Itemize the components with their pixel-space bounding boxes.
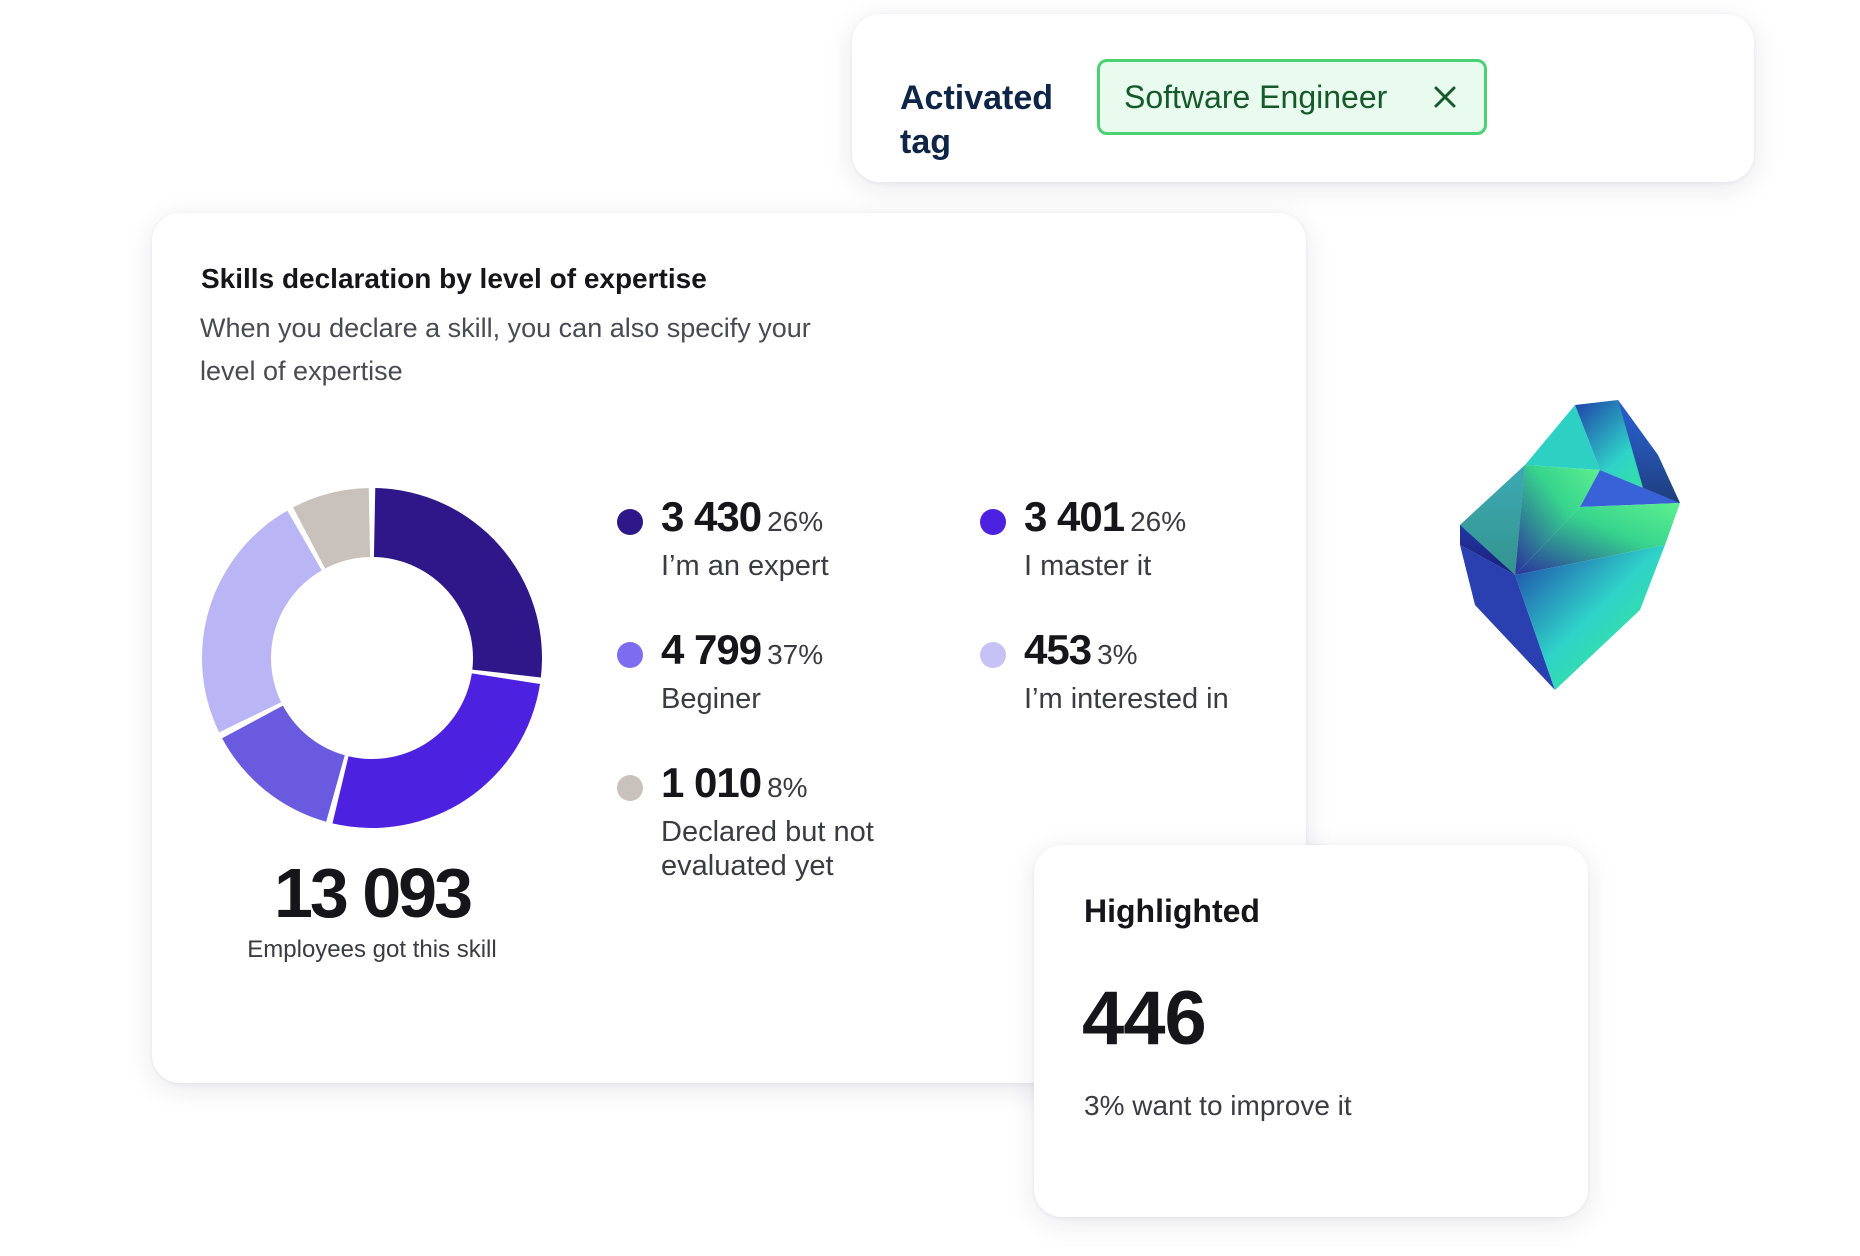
legend-value: 3 401 26% [1024, 493, 1187, 540]
tag-chip-label: Software Engineer [1124, 78, 1388, 115]
legend-value: 453 3% [1024, 626, 1138, 673]
legend-label: Beginer [661, 683, 761, 715]
legend-value: 4 799 37% [661, 626, 824, 673]
total-employees-value: 13 093 [273, 854, 473, 932]
highlighted-value: 446 [1082, 976, 1207, 1061]
highlighted-title: Highlighted [1084, 893, 1260, 929]
highlighted-card: Highlighted 446 3% want to improve it [1034, 845, 1588, 1217]
legend-dot [980, 509, 1006, 535]
highlighted-subtitle: 3% want to improve it [1084, 1090, 1352, 1121]
legend-dot [980, 642, 1006, 668]
legend-value: 3 430 26% [661, 493, 824, 540]
gem-icon [1460, 400, 1680, 690]
legend-dot [617, 775, 643, 801]
activated-tag-label: Activated tag [900, 79, 1054, 161]
donut-slice-3 [202, 510, 322, 733]
donut-slice-2 [222, 705, 345, 822]
legend-label: I master it [1024, 550, 1152, 582]
total-employees-label: Employees got this skill [247, 936, 497, 963]
card-subtitle: When you declare a skill, you can also s… [200, 313, 811, 386]
legend-label: Declared but not evaluated yet [661, 816, 874, 882]
tag-chip-software-engineer[interactable]: Software Engineer [1097, 59, 1487, 135]
legend-label: I’m an expert [661, 550, 829, 582]
donut-slice-1 [332, 673, 541, 828]
expertise-donut-chart [202, 488, 542, 828]
legend-dot [617, 509, 643, 535]
legend-label: I’m interested in [1024, 683, 1229, 715]
activated-tag-card: Activated tag Software Engineer [852, 14, 1754, 182]
card-title: Skills declaration by level of expertise [201, 263, 707, 294]
close-icon[interactable] [1430, 82, 1460, 112]
donut-slice-0 [373, 488, 542, 678]
legend-dot [617, 642, 643, 668]
legend-value: 1 010 8% [661, 759, 808, 806]
